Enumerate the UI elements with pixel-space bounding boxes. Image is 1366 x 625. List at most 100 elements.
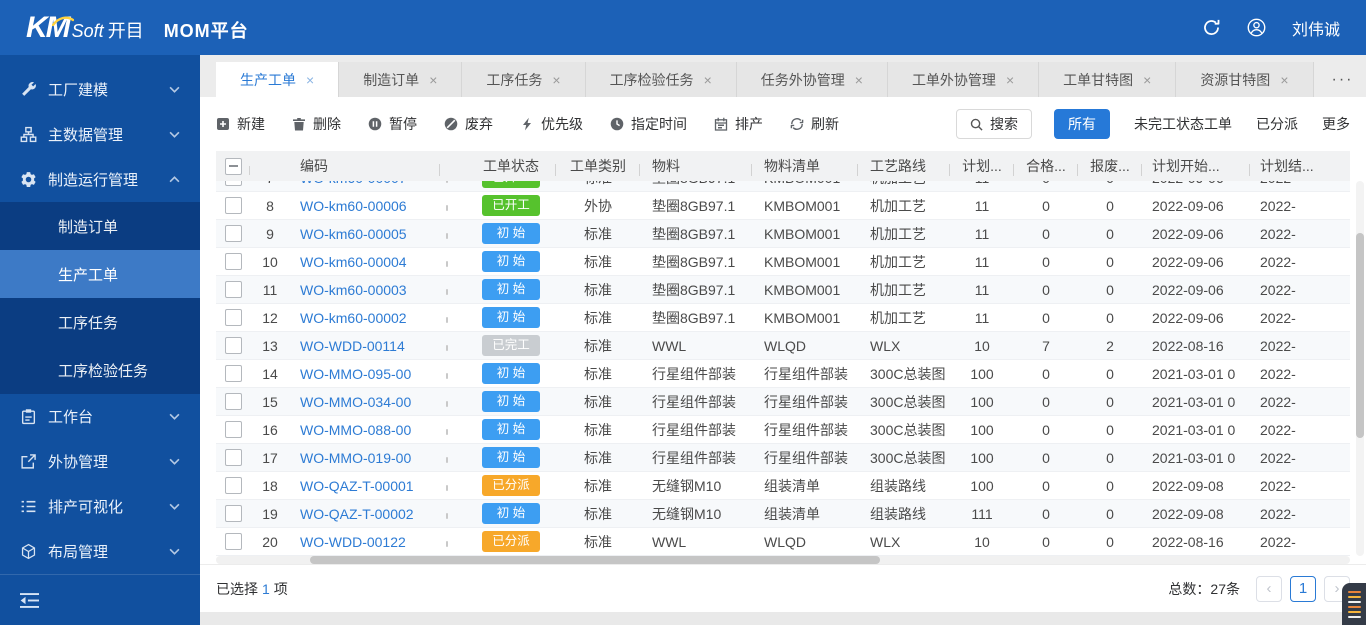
user-icon[interactable]: [1247, 18, 1266, 37]
row-checkbox[interactable]: [224, 449, 242, 466]
work-order-code-link[interactable]: WO-QAZ-T-00001: [300, 478, 414, 494]
row-checkbox[interactable]: [224, 253, 242, 270]
sidebar-subitem-operation-tasks[interactable]: 工序任务: [0, 298, 200, 346]
sidebar-item-master-data[interactable]: 主数据管理: [0, 112, 200, 157]
column-header-route[interactable]: 工艺路线: [858, 156, 950, 176]
row-checkbox[interactable]: [224, 309, 242, 326]
search-button[interactable]: 搜索: [956, 109, 1032, 139]
tab-production-work-orders[interactable]: 生产工单 ×: [216, 62, 340, 97]
sidebar-item-factory-modeling[interactable]: 工厂建模: [0, 67, 200, 112]
table-row[interactable]: 16 WO-MMO-088-00 初 始 标准 行星组件部装 行星组件部装 300C总装图 1…: [216, 416, 1350, 444]
row-checkbox[interactable]: [224, 197, 242, 214]
tab-close-icon[interactable]: ×: [552, 72, 560, 88]
column-header-code[interactable]: 编码: [290, 156, 440, 176]
table-row[interactable]: 17 WO-MMO-019-00 初 始 标准 行星组件部装 行星组件部装 300C总装图 1…: [216, 444, 1350, 472]
set-time-button[interactable]: 指定时间: [610, 114, 687, 134]
table-row[interactable]: 19 WO-QAZ-T-00002 初 始 标准 无缝钢M10 组装清单 组装路线 111 0 0…: [216, 500, 1350, 528]
table-row[interactable]: 8 WO-km60-00006 已开工 外协 垫圈8GB97.1 KMBOM001 机加工艺…: [216, 192, 1350, 220]
column-header-plan_start[interactable]: 计划开始...: [1142, 156, 1250, 176]
sidebar-item-outsourcing[interactable]: 外协管理: [0, 439, 200, 484]
work-order-code-link[interactable]: WO-km60-00002: [300, 310, 407, 326]
table-row[interactable]: 18 WO-QAZ-T-00001 已分派 标准 无缝钢M10 组装清单 组装路线 100 0 0…: [216, 472, 1350, 500]
user-name[interactable]: 刘伟诚: [1292, 16, 1340, 40]
work-order-code-link[interactable]: WO-km60-00007: [300, 181, 407, 186]
tab-work-order-outsourcing[interactable]: 工单外协管理 ×: [887, 62, 1040, 97]
table-row[interactable]: 14 WO-MMO-095-00 初 始 标准 行星组件部装 行星组件部装 300C总装图 1…: [216, 360, 1350, 388]
work-order-code-link[interactable]: WO-MMO-088-00: [300, 422, 411, 438]
table-row[interactable]: 7 WO-km60-00007 已开工 标准垫圈8GB97.1KMBOM001机加工艺…: [216, 181, 1350, 192]
sidebar-subitem-production-work-orders[interactable]: 生产工单: [0, 250, 200, 298]
sidebar-item-scheduling-visualization[interactable]: 排产可视化: [0, 484, 200, 529]
filter-unfinished-button[interactable]: 未完工状态工单: [1134, 114, 1232, 134]
work-order-code-link[interactable]: WO-MMO-095-00: [300, 366, 411, 382]
priority-button[interactable]: 优先级: [520, 114, 583, 134]
refresh-button[interactable]: 刷新: [790, 114, 839, 134]
new-button[interactable]: 新建: [216, 114, 265, 134]
work-order-code-link[interactable]: WO-km60-00005: [300, 226, 407, 242]
schedule-button[interactable]: 排产: [714, 114, 763, 134]
tab-operation-inspection-tasks[interactable]: 工序检验任务 ×: [585, 62, 737, 97]
vertical-scrollbar-thumb[interactable]: [1356, 233, 1364, 438]
discard-button[interactable]: 废弃: [444, 114, 493, 134]
tab-close-icon[interactable]: ×: [1006, 72, 1014, 88]
row-checkbox[interactable]: [224, 365, 242, 382]
table-row[interactable]: 9 WO-km60-00005 初 始 标准 垫圈8GB97.1 KMBOM001 机加工艺…: [216, 220, 1350, 248]
collapse-sidebar-icon[interactable]: [20, 591, 39, 610]
column-header-scrap[interactable]: 报废...: [1078, 156, 1142, 176]
row-checkbox[interactable]: [224, 533, 242, 550]
sidebar-subitem-manufacturing-orders[interactable]: 制造订单: [0, 202, 200, 250]
tab-close-icon[interactable]: ×: [1280, 72, 1288, 88]
table-row[interactable]: 13 WO-WDD-00114 已完工 标准 WWL WLQD WLX 10 7 2 2022-08…: [216, 332, 1350, 360]
tab-close-icon[interactable]: ×: [704, 72, 712, 88]
column-header-qualified[interactable]: 合格...: [1014, 156, 1078, 176]
column-header-plan_end[interactable]: 计划结...: [1250, 156, 1350, 176]
table-row[interactable]: 20 WO-WDD-00122 已分派 标准 WWL WLQD WLX 10 0 0 2022-08…: [216, 528, 1350, 556]
work-order-code-link[interactable]: WO-km60-00003: [300, 282, 407, 298]
row-checkbox[interactable]: [224, 225, 242, 242]
filter-all-button[interactable]: 所有: [1054, 109, 1110, 139]
tab-task-outsourcing[interactable]: 任务外协管理 ×: [736, 62, 888, 97]
prev-page-button[interactable]: ‹: [1256, 575, 1282, 602]
row-checkbox[interactable]: [224, 477, 242, 494]
select-all-checkbox[interactable]: [224, 157, 242, 175]
table-row[interactable]: 11 WO-km60-00003 初 始 标准 垫圈8GB97.1 KMBOM001 机加工…: [216, 276, 1350, 304]
tab-close-icon[interactable]: ×: [1143, 72, 1151, 88]
filter-dispatched-button[interactable]: 已分派: [1256, 114, 1298, 134]
floating-widget[interactable]: [1342, 583, 1366, 625]
row-checkbox[interactable]: [224, 337, 242, 354]
sidebar-item-workbench[interactable]: 工作台: [0, 394, 200, 439]
column-header-plan_qty[interactable]: 计划...: [950, 156, 1014, 176]
horizontal-scrollbar-thumb[interactable]: [310, 556, 880, 564]
column-header-bom[interactable]: 物料清单: [752, 156, 858, 176]
row-checkbox[interactable]: [224, 505, 242, 522]
work-order-code-link[interactable]: WO-MMO-019-00: [300, 450, 411, 466]
column-header-status[interactable]: 工单状态: [466, 156, 556, 176]
table-row[interactable]: 12 WO-km60-00002 初 始 标准 垫圈8GB97.1 KMBOM001 机加工…: [216, 304, 1350, 332]
tabs-more-button[interactable]: ···: [1314, 62, 1366, 97]
table-row[interactable]: 15 WO-MMO-034-00 初 始 标准 行星组件部装 行星组件部装 300C总装图 1…: [216, 388, 1350, 416]
table-row[interactable]: 10 WO-km60-00004 初 始 标准 垫圈8GB97.1 KMBOM001 机加工…: [216, 248, 1350, 276]
tab-close-icon[interactable]: ×: [306, 72, 314, 88]
work-order-code-link[interactable]: WO-km60-00004: [300, 254, 407, 270]
sidebar-subitem-operation-inspection-tasks[interactable]: 工序检验任务: [0, 346, 200, 394]
row-checkbox[interactable]: [224, 181, 242, 186]
row-checkbox[interactable]: [224, 393, 242, 410]
refresh-icon[interactable]: [1202, 18, 1221, 37]
tab-operation-tasks[interactable]: 工序任务 ×: [462, 62, 586, 97]
work-order-code-link[interactable]: WO-km60-00006: [300, 198, 407, 214]
tab-close-icon[interactable]: ×: [429, 72, 437, 88]
sidebar-item-manufacturing-ops[interactable]: 制造运行管理: [0, 157, 200, 202]
pause-button[interactable]: 暂停: [368, 114, 417, 134]
page-number-button[interactable]: 1: [1290, 575, 1316, 602]
tab-close-icon[interactable]: ×: [855, 72, 863, 88]
row-checkbox[interactable]: [224, 421, 242, 438]
sidebar-item-layout-management[interactable]: 布局管理: [0, 529, 200, 574]
work-order-code-link[interactable]: WO-MMO-034-00: [300, 394, 411, 410]
column-header-sel[interactable]: [216, 157, 250, 175]
work-order-code-link[interactable]: WO-QAZ-T-00002: [300, 506, 414, 522]
tab-manufacturing-orders[interactable]: 制造订单 ×: [339, 62, 463, 97]
tab-work-order-gantt[interactable]: 工单甘特图 ×: [1039, 62, 1177, 97]
work-order-code-link[interactable]: WO-WDD-00114: [300, 338, 405, 354]
delete-button[interactable]: 删除: [292, 114, 341, 134]
vertical-scrollbar[interactable]: [1356, 181, 1364, 556]
